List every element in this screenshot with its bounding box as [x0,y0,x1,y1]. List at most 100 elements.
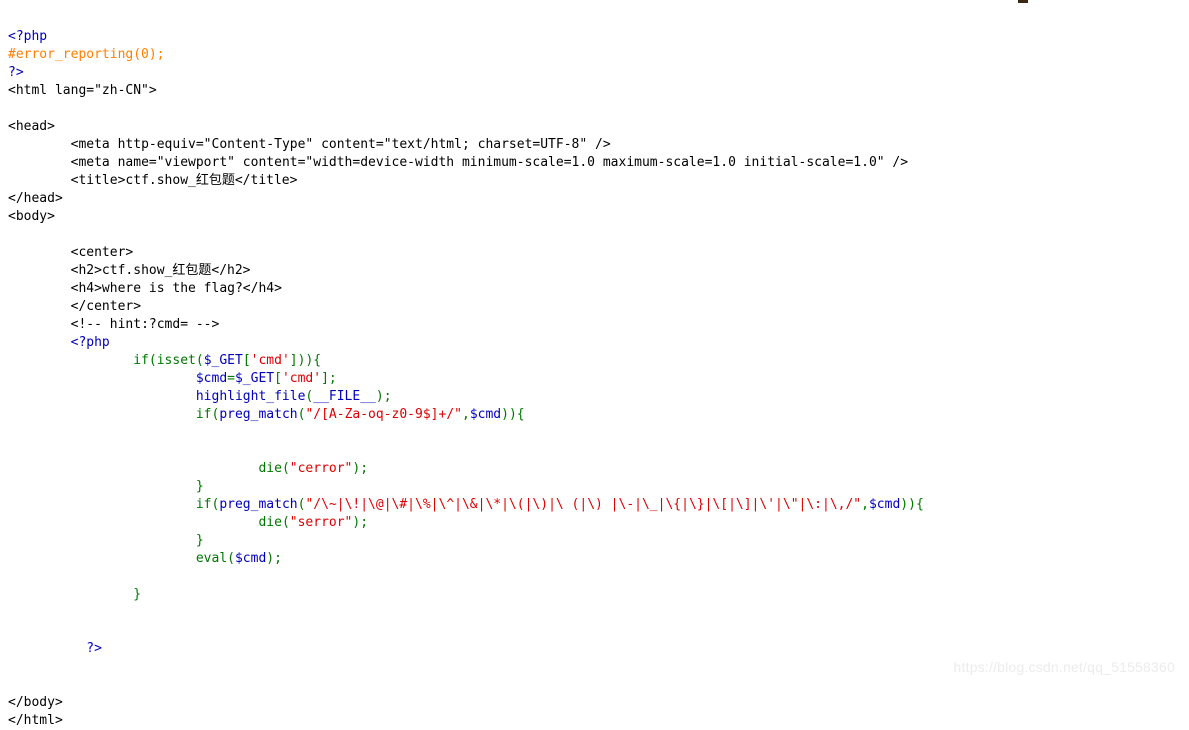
code-token-kw: )) [900,497,916,512]
code-token-kw: , [861,497,869,512]
code-token-kw: )) [501,407,517,422]
code-line: <h2>ctf.show_红包题</h2> [8,263,251,278]
code-token-var: highlight_file [195,389,306,404]
code-token-html: </html> [8,713,63,728]
code-token-php-tag: ?> [86,641,102,656]
code-line: if(preg_match("/[A-Za-oq-z0-9$]+/",$cmd)… [8,407,525,422]
code-line: <center> [8,245,134,260]
code-line: eval($cmd); [8,551,282,566]
code-token-kw: { [313,353,322,368]
code-line: } [8,533,204,548]
code-token-html: <!-- hint:?cmd= --> [70,317,220,332]
code-token-cmt: #error_reporting(0); [8,47,165,62]
code-line: <meta http-equiv="Content-Type" content=… [8,137,611,152]
code-token-kw: } [133,587,142,602]
code-token-var: $_GET [234,371,275,386]
code-token-kw: )) [297,353,314,368]
code-token-php-tag: ?> [8,65,24,80]
code-line: </html> [8,713,63,728]
code-token-html: <meta name="viewport" content="width=dev… [70,155,909,170]
code-line: } [8,587,141,602]
code-token-html: <meta http-equiv="Content-Type" content=… [70,137,611,152]
code-line: ?> [8,65,24,80]
code-token-str: 'cmd' [250,353,290,368]
code-line: </center> [8,299,141,314]
code-token-var: $cmd [234,551,267,566]
code-line: <?php [8,29,47,44]
code-line: <!-- hint:?cmd= --> [8,317,220,332]
code-token-kw: { [915,497,924,512]
code-token-kw: { [516,407,525,422]
code-token-kw: } [195,533,204,548]
code-token-kw: if [133,353,149,368]
code-token-kw: } [195,479,204,494]
code-line: <html lang="zh-CN"> [8,83,157,98]
code-token-html: <body> [8,209,55,224]
code-token-kw: ] [289,353,298,368]
code-token-kw: eval [195,551,228,566]
code-token-var: preg_match [219,497,298,512]
code-token-html: <title>ctf.show_红包题</title> [70,173,298,188]
code-line: if(isset($_GET['cmd'])){ [8,353,321,368]
code-token-html: <html lang="zh-CN"> [8,83,157,98]
code-token-html: </body> [8,695,63,710]
code-line: die("serror"); [8,515,368,530]
code-token-str: "cerror" [289,461,353,476]
code-token-html: <center> [70,245,134,260]
code-token-kw: ( [195,353,204,368]
code-line: <h4>where is the flag?</h4> [8,281,282,296]
code-line: #error_reporting(0); [8,47,165,62]
code-token-kw: if [195,497,212,512]
code-line: ?> [8,641,102,656]
code-token-kw: ); [352,515,369,530]
code-token-str: "serror" [289,515,353,530]
code-line: <body> [8,209,55,224]
code-token-kw: ); [266,551,282,566]
code-token-kw: die [258,515,282,530]
code-token-php-tag: <?php [8,29,48,44]
code-token-kw: ]; [321,371,337,386]
code-token-str: "/[A-Za-oq-z0-9$]+/" [305,407,462,422]
code-token-kw: = [227,371,235,386]
code-token-kw: if [195,407,212,422]
code-token-var: $cmd [469,407,502,422]
code-line: if(preg_match("/\~|\!|\@|\#|\%|\^|\&|\*|… [8,497,924,512]
code-token-kw: ( [227,551,235,566]
code-token-kw: [ [242,353,251,368]
code-line: $cmd=$_GET['cmd']; [8,371,337,386]
code-token-str: "/\~|\!|\@|\#|\%|\^|\&|\*|\(|\)|\ (|\) |… [305,497,862,512]
code-token-kw: ( [281,515,290,530]
code-token-var: $cmd [868,497,901,512]
code-token-var: $_GET [203,353,243,368]
csdn-watermark: https://blog.csdn.net/qq_51558360 [953,659,1175,675]
code-token-php-tag: <?php [70,335,110,350]
code-token-html: <head> [8,119,55,134]
code-token-html: <h2>ctf.show_红包题</h2> [70,263,251,278]
code-token-kw: [ [274,371,282,386]
code-token-kw: ( [148,353,157,368]
code-token-var: __FILE__ [313,389,376,404]
highlighted-source: <?php #error_reporting(0); ?> <html lang… [8,28,1183,730]
source-code-listing: <?php #error_reporting(0); ?> <html lang… [8,28,1183,730]
top-edge-artifact [1018,0,1028,3]
code-token-html: <h4>where is the flag?</h4> [70,281,282,296]
code-token-kw: , [461,407,470,422]
code-line: </head> [8,191,63,206]
code-line: } [8,479,204,494]
code-line: <head> [8,119,55,134]
code-token-kw: isset [156,353,196,368]
code-token-kw: ); [375,389,392,404]
code-token-str: 'cmd' [281,371,322,386]
code-token-kw: ); [352,461,369,476]
code-line: </body> [8,695,63,710]
code-token-var: preg_match [219,407,298,422]
code-line: die("cerror"); [8,461,368,476]
code-token-kw: ( [281,461,290,476]
code-token-html: </head> [8,191,63,206]
code-line: <?php [8,335,110,350]
code-line: highlight_file(__FILE__); [8,389,392,404]
code-line: <title>ctf.show_红包题</title> [8,173,298,188]
code-token-var: $cmd [195,371,228,386]
code-token-kw: die [258,461,282,476]
code-line: <meta name="viewport" content="width=dev… [8,155,908,170]
